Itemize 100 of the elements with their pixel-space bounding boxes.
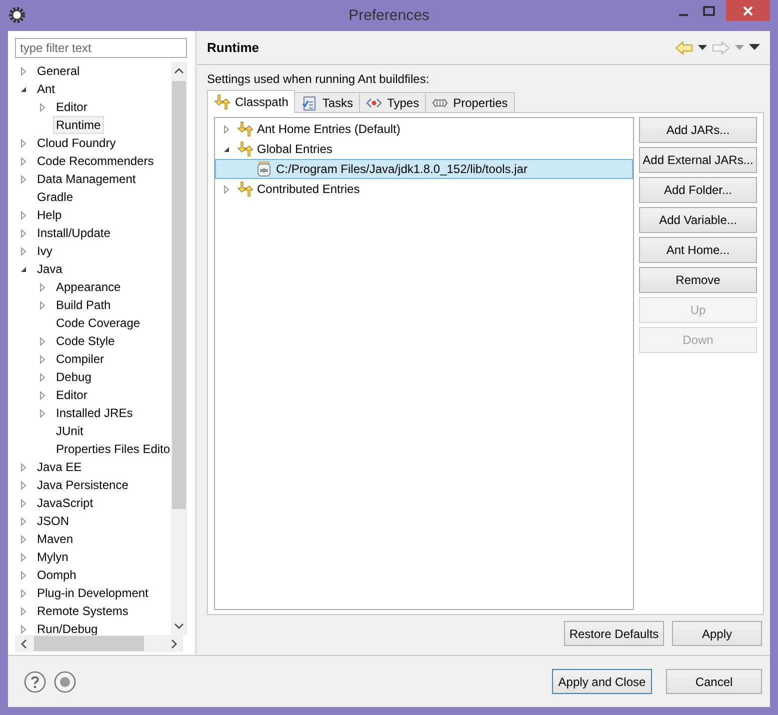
scroll-right-icon[interactable] [170, 638, 178, 648]
expand-arrow-icon[interactable] [19, 498, 28, 508]
expand-arrow-icon[interactable] [19, 228, 28, 238]
collapse-arrow-icon[interactable] [19, 264, 28, 274]
button[interactable]: Add Folder... [639, 177, 757, 203]
expand-arrow-icon[interactable] [19, 210, 28, 220]
tree-item[interactable]: Editor [53, 98, 90, 116]
back-arrow-icon[interactable] [675, 40, 693, 54]
tree-item[interactable]: C:/Program Files/Java/jdk1.8.0_152/lib/tools.jar [276, 162, 528, 176]
tree-item[interactable]: Code Coverage [53, 314, 144, 332]
expand-arrow-icon[interactable] [38, 336, 47, 346]
expand-arrow-icon[interactable] [38, 390, 47, 400]
vertical-scrollbar[interactable] [171, 62, 187, 635]
tree-item[interactable]: Properties Files Edito [53, 440, 171, 458]
tree-item[interactable]: Data Management [34, 170, 139, 188]
expand-arrow-icon[interactable] [19, 516, 28, 526]
button[interactable]: Ant Home... [639, 237, 757, 263]
description-text: Settings used when running Ant buildfiles: [207, 72, 430, 86]
tree-item[interactable]: Oomph [34, 566, 80, 584]
tab[interactable]: Tasks [294, 92, 360, 112]
expand-arrow-icon[interactable] [19, 534, 28, 544]
expand-arrow-icon[interactable] [38, 282, 47, 292]
expand-arrow-icon[interactable] [19, 66, 28, 76]
expand-arrow-icon[interactable] [38, 102, 47, 112]
tree-item[interactable]: Java [34, 260, 66, 278]
tree-item[interactable]: JUnit [53, 422, 86, 440]
menu-icon[interactable] [749, 44, 760, 51]
close-button[interactable] [726, 0, 770, 21]
expand-arrow-icon[interactable] [222, 124, 231, 134]
tree-item[interactable]: Cloud Foundry [34, 134, 119, 152]
jar-icon [256, 161, 272, 177]
button[interactable]: Apply and Close [552, 669, 652, 694]
tree-item[interactable]: Appearance [53, 278, 124, 296]
tree-item[interactable]: Java EE [34, 458, 85, 476]
button[interactable]: Apply [672, 621, 762, 646]
expand-arrow-icon[interactable] [19, 138, 28, 148]
expand-arrow-icon[interactable] [19, 462, 28, 472]
tree-item[interactable]: Build Path [53, 296, 114, 314]
checklist-icon [301, 94, 318, 110]
button: Down [639, 327, 757, 353]
button[interactable]: Add Variable... [639, 207, 757, 233]
tree-item[interactable]: Code Recommenders [34, 152, 157, 170]
expand-arrow-icon[interactable] [19, 570, 28, 580]
help-icon[interactable] [24, 670, 46, 692]
button[interactable]: Cancel [666, 669, 762, 694]
expand-arrow-icon[interactable] [38, 354, 47, 364]
expand-arrow-icon[interactable] [19, 606, 28, 616]
tree-item[interactable]: JavaScript [34, 494, 96, 512]
expand-arrow-icon[interactable] [19, 552, 28, 562]
button[interactable]: Add External JARs... [639, 147, 757, 173]
button[interactable]: Add JARs... [639, 117, 757, 143]
expand-arrow-icon[interactable] [38, 300, 47, 310]
tree-item[interactable]: Contributed Entries [257, 182, 360, 196]
tree-item[interactable]: Mylyn [34, 548, 72, 566]
selected-row[interactable]: C:/Program Files/Java/jdk1.8.0_152/lib/tools.jar [215, 159, 633, 179]
tree-item[interactable]: Gradle [34, 188, 76, 206]
expand-arrow-icon[interactable] [38, 408, 47, 418]
tree-item[interactable]: Ivy [34, 242, 56, 260]
tree-item[interactable]: Ant [34, 80, 58, 98]
tree-item[interactable]: Runtime [53, 116, 104, 134]
expand-arrow-icon[interactable] [38, 372, 47, 382]
scroll-left-icon[interactable] [20, 638, 28, 648]
tree-item[interactable]: Help [34, 206, 65, 224]
expand-arrow-icon[interactable] [222, 184, 231, 194]
tree-item[interactable]: Ant Home Entries (Default) [257, 122, 400, 136]
expand-arrow-icon[interactable] [19, 480, 28, 490]
dropdown-icon[interactable] [698, 44, 707, 50]
button[interactable]: Remove [639, 267, 757, 293]
tree-item[interactable]: Maven [34, 530, 76, 548]
tab[interactable]: Properties [425, 92, 515, 112]
tree-item[interactable]: Remote Systems [34, 602, 132, 620]
tree-item[interactable]: Java Persistence [34, 476, 132, 494]
horizontal-scrollbar[interactable] [15, 635, 183, 652]
tree-item[interactable]: Installed JREs [53, 404, 136, 422]
tab[interactable]: Types [359, 92, 426, 112]
tree-item[interactable]: Global Entries [257, 142, 332, 156]
tree-item[interactable]: Install/Update [34, 224, 114, 242]
tree-item[interactable]: Editor [53, 386, 90, 404]
forward-arrow-icon[interactable] [712, 40, 730, 54]
expand-arrow-icon[interactable] [19, 588, 28, 598]
scroll-down-icon[interactable] [174, 622, 184, 630]
tree-item[interactable]: Debug [53, 368, 94, 386]
expand-arrow-icon[interactable] [19, 156, 28, 166]
arrows-icon [237, 121, 253, 137]
expand-arrow-icon[interactable] [19, 174, 28, 184]
tree-item[interactable]: Compiler [53, 350, 108, 368]
tree-item[interactable]: JSON [34, 512, 72, 530]
collapse-arrow-icon[interactable] [19, 84, 28, 94]
filter-field[interactable]: type filter text [15, 38, 187, 58]
tree-item[interactable]: Plug-in Development [34, 584, 152, 602]
record-icon[interactable] [54, 670, 76, 692]
scroll-up-icon[interactable] [174, 67, 184, 75]
collapse-arrow-icon[interactable] [222, 144, 231, 154]
tree-item[interactable]: Code Style [53, 332, 118, 350]
tree-item[interactable]: General [34, 62, 83, 80]
expand-arrow-icon[interactable] [19, 246, 28, 256]
tab[interactable]: Classpath [207, 90, 296, 113]
button[interactable]: Restore Defaults [564, 621, 664, 646]
expand-arrow-icon[interactable] [19, 624, 28, 634]
gear-icon [8, 6, 26, 24]
